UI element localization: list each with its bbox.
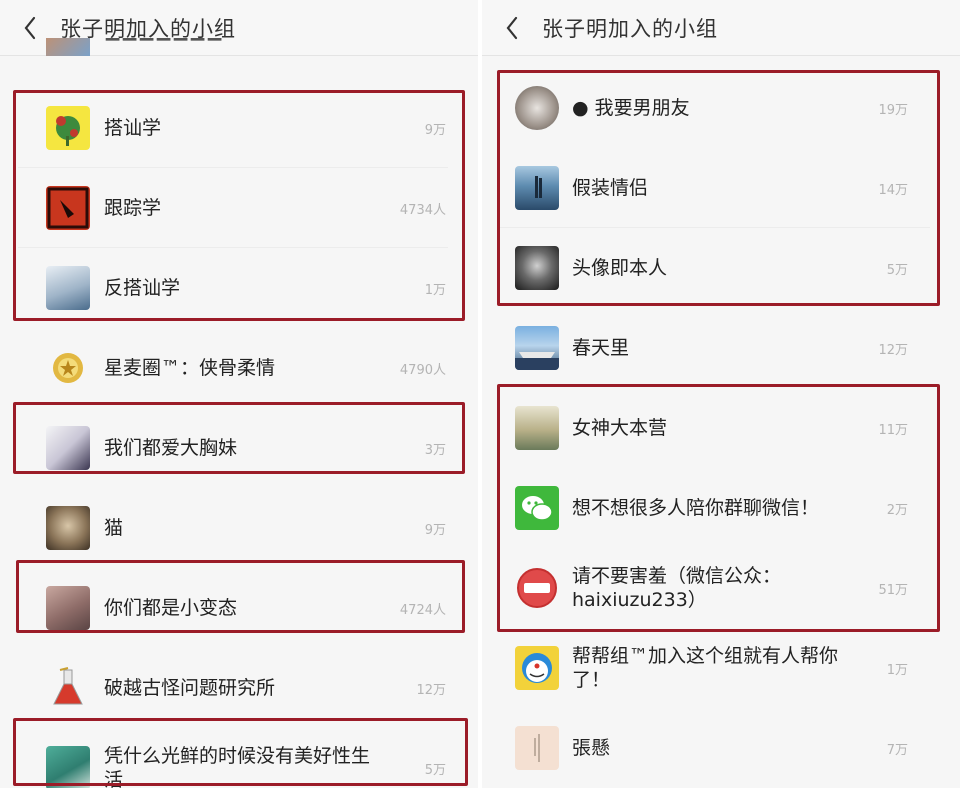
- member-count: 3万: [424, 442, 446, 458]
- group-name: 猫: [104, 517, 124, 539]
- clipped-avatar-icon: [46, 38, 90, 56]
- chevron-left-icon: [506, 16, 518, 39]
- flask-avatar-icon: [46, 666, 90, 710]
- group-name: 春天里: [572, 337, 630, 359]
- group-name: 女神大本营: [572, 417, 668, 439]
- doraemon-avatar-icon: [515, 646, 559, 690]
- list-item[interactable]: 猫 9万: [0, 488, 478, 568]
- list-item[interactable]: 假装情侣 14万: [482, 148, 960, 228]
- chevron-left-icon: [24, 16, 36, 39]
- list-item[interactable]: 張懸 7万: [482, 708, 960, 788]
- list-item[interactable]: 凭什么光鲜的时候没有美好性生活 5万: [0, 728, 478, 788]
- group-name: 反搭讪学: [104, 277, 181, 299]
- member-count: 12万: [878, 342, 908, 358]
- list-item[interactable]: 星麦圈™：侠骨柔情 4790人: [0, 328, 478, 408]
- group-name: 请不要害羞（微信公众：haixiuzu233）: [572, 565, 782, 611]
- member-count: 5万: [886, 262, 908, 278]
- cat-avatar-icon: [46, 506, 90, 550]
- group-name: 凭什么光鲜的时候没有美好性生活: [104, 745, 371, 788]
- right-phone-screen: 张子明加入的小组 ● 我要男朋友 19万 假装情侣 14万 头像即本人 5万 春…: [482, 0, 960, 788]
- member-count: 4790人: [399, 362, 446, 378]
- group-name: 帮帮组™加入这个组就有人帮你了！: [572, 645, 839, 691]
- member-count: 1万: [424, 282, 446, 298]
- photo-avatar-icon: [515, 406, 559, 450]
- member-count: 2万: [886, 502, 908, 518]
- photo-avatar-icon: [46, 586, 90, 630]
- group-name: ● 我要男朋友: [572, 97, 690, 119]
- list-item[interactable]: 请不要害羞（微信公众：haixiuzu233） 51万: [482, 548, 960, 628]
- member-count: 51万: [878, 582, 908, 598]
- group-name: 头像即本人: [572, 257, 668, 279]
- list-item[interactable]: 女神大本营 11万: [482, 388, 960, 468]
- list-item[interactable]: 搭讪学 9万: [0, 88, 478, 168]
- member-count: 4724人: [399, 602, 446, 618]
- sketch-avatar-icon: [515, 86, 559, 130]
- list-item[interactable]: 跟踪学 4734人: [0, 168, 478, 248]
- badge-avatar-icon: [46, 346, 90, 390]
- member-count: 11万: [878, 422, 908, 438]
- member-count: 19万: [878, 102, 908, 118]
- member-count: 9万: [424, 122, 446, 138]
- list-item[interactable]: 想不想很多人陪你群聊微信！ 2万: [482, 468, 960, 548]
- wechat-avatar-icon: [515, 486, 559, 530]
- member-count: 12万: [416, 682, 446, 698]
- list-item[interactable]: 头像即本人 5万: [482, 228, 960, 308]
- list-item[interactable]: 你们都是小变态 4724人: [0, 568, 478, 648]
- group-name: 跟踪学: [104, 197, 162, 219]
- member-count: 9万: [424, 522, 446, 538]
- list-item[interactable]: 我们都爱大胸妹 3万: [0, 408, 478, 488]
- shoe-avatar-icon: [46, 186, 90, 230]
- list-item[interactable]: 破越古怪问题研究所 12万: [0, 648, 478, 728]
- list-item[interactable]: 反搭讪学 1万: [0, 248, 478, 328]
- member-count: 7万: [886, 742, 908, 758]
- left-phone-screen: 张子明加入的小组 ▬▬▬▬▬▬▬ 搭讪学 9万 跟踪学 4734人: [0, 0, 478, 788]
- member-count: 4734人: [399, 202, 446, 218]
- photo-avatar-icon: [46, 746, 90, 788]
- group-name: 星麦圈™：侠骨柔情: [104, 357, 276, 379]
- clipped-row-text: ▬▬▬▬▬▬▬: [104, 38, 223, 56]
- list-item[interactable]: 帮帮组™加入这个组就有人帮你了！ 1万: [482, 628, 960, 708]
- harbor-avatar-icon: [515, 326, 559, 370]
- page-title: 张子明加入的小组: [542, 16, 718, 41]
- group-name: 想不想很多人陪你群聊微信！: [572, 497, 820, 519]
- face-avatar-icon: [515, 246, 559, 290]
- group-name: 搭讪学: [104, 117, 162, 139]
- member-count: 5万: [424, 762, 446, 778]
- member-count: 14万: [878, 182, 908, 198]
- seaside-avatar-icon: [515, 166, 559, 210]
- group-name: 破越古怪问题研究所: [104, 677, 276, 699]
- list-item[interactable]: 春天里 12万: [482, 308, 960, 388]
- group-name: 假装情侣: [572, 177, 649, 199]
- stamp-avatar-icon: [515, 566, 559, 610]
- group-name: 我们都爱大胸妹: [104, 437, 238, 459]
- group-name: 張懸: [572, 737, 611, 759]
- header-bar: 张子明加入的小组: [482, 0, 960, 56]
- photo-avatar-icon: [46, 426, 90, 470]
- group-name: 你们都是小变态: [104, 597, 238, 619]
- back-button[interactable]: [482, 0, 542, 56]
- photo-avatar-icon: [46, 266, 90, 310]
- member-count: 1万: [886, 662, 908, 678]
- paper-avatar-icon: [515, 726, 559, 770]
- list-item[interactable]: ● 我要男朋友 19万: [482, 68, 960, 148]
- flower-avatar-icon: [46, 106, 90, 150]
